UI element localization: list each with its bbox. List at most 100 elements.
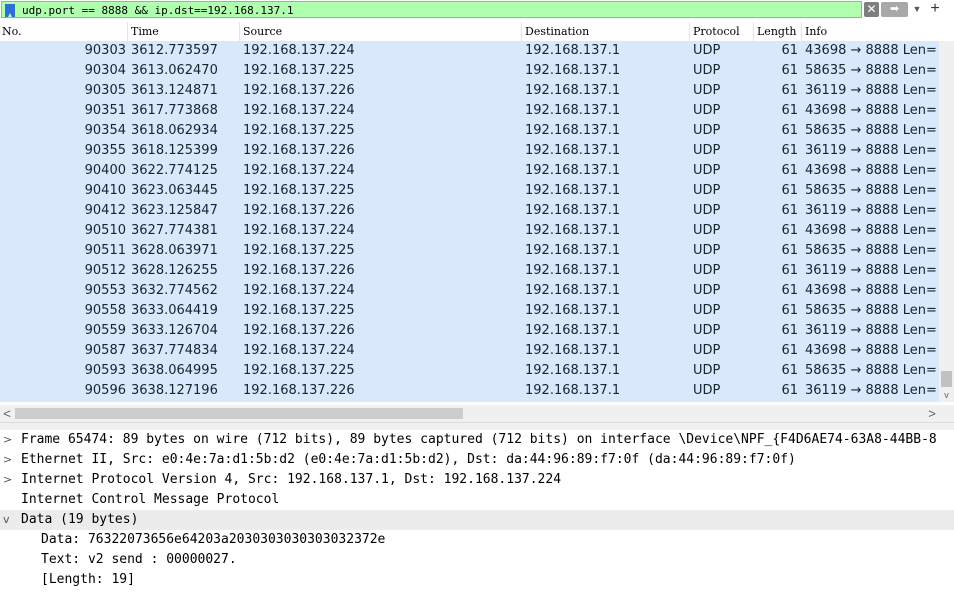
tree-item-ipv4[interactable]: > Internet Protocol Version 4, Src: 192.… [0,470,954,490]
cell-info: 43698 → 8888 Len= [805,163,937,178]
packet-row[interactable]: 90596 3638.127196 192.168.137.226 192.168.1… [0,381,939,401]
pane-splitter[interactable] [0,422,954,430]
cell-source: 192.168.137.226 [243,383,355,398]
cell-destination: 192.168.137.1 [525,83,621,98]
cell-protocol: UDP [693,263,721,278]
packet-row[interactable]: 90305 3613.124871 192.168.137.226 192.168.1… [0,81,939,101]
cell-source: 192.168.137.224 [243,43,355,58]
cell-no: 90511 [84,243,126,258]
tree-item-data-length[interactable]: [Length: 19] [0,570,954,590]
cell-length: 61 [781,323,798,338]
tree-item-label: Internet Protocol Version 4, Src: 192.16… [21,472,562,487]
packet-row[interactable]: 90587 3637.774834 192.168.137.224 192.168.1… [0,341,939,361]
tree-item-data-hex[interactable]: Data: 76322073656e64203a2030303030303032… [0,530,954,550]
cell-time: 3623.063445 [131,183,218,198]
packet-row[interactable]: 90511 3628.063971 192.168.137.225 192.168.1… [0,241,939,261]
column-header-protocol[interactable]: Protocol [691,22,754,42]
recent-filters-dropdown-icon[interactable]: ▼ [910,2,924,17]
cell-length: 61 [781,383,798,398]
clear-filter-button[interactable]: ✕ [864,2,879,17]
cell-no: 90303 [84,43,126,58]
tree-item-ethernet[interactable]: > Ethernet II, Src: e0:4e:7a:d1:5b:d2 (e… [0,450,954,470]
cell-destination: 192.168.137.1 [525,383,621,398]
cell-no: 90593 [84,363,126,378]
packet-list-vertical-scrollbar[interactable]: v [939,41,954,402]
packet-row[interactable]: 90559 3633.126704 192.168.137.226 192.168.1… [0,321,939,341]
cell-protocol: UDP [693,143,721,158]
cell-time: 3617.773868 [131,103,218,118]
packet-row[interactable]: 90304 3613.062470 192.168.137.225 192.168.1… [0,61,939,81]
cell-time: 3612.773597 [131,43,218,58]
expand-chevron-icon[interactable]: > [3,430,13,450]
cell-destination: 192.168.137.1 [525,123,621,138]
cell-destination: 192.168.137.1 [525,163,621,178]
horizontal-scroll-thumb[interactable] [15,408,463,419]
cell-source: 192.168.137.224 [243,283,355,298]
cell-time: 3632.774562 [131,283,218,298]
cell-length: 61 [781,83,798,98]
collapse-chevron-icon[interactable]: v [3,510,13,530]
column-header-no[interactable]: No. [0,22,128,42]
cell-no: 90354 [84,123,126,138]
packet-row[interactable]: 90354 3618.062934 192.168.137.225 192.168.1… [0,121,939,141]
bookmark-icon[interactable] [5,4,15,17]
packet-list-horizontal-scrollbar[interactable]: < > [0,405,954,422]
add-filter-button[interactable]: + [928,0,942,18]
column-header-destination[interactable]: Destination [523,22,690,42]
column-header-source[interactable]: Source [241,22,522,42]
cell-info: 58635 → 8888 Len= [805,183,937,198]
packet-details-tree: > Frame 65474: 89 bytes on wire (712 bit… [0,430,954,594]
cell-length: 61 [781,163,798,178]
column-header-time[interactable]: Time [129,22,240,42]
column-header-length[interactable]: Length [755,22,802,42]
packet-row[interactable]: 90558 3633.064419 192.168.137.225 192.168.1… [0,301,939,321]
scroll-down-arrow-icon[interactable]: v [939,389,954,402]
display-filter-input[interactable]: udp.port == 8888 && ip.dst==192.168.137.… [1,1,862,18]
cell-source: 192.168.137.225 [243,363,355,378]
column-header-info[interactable]: Info [803,22,954,42]
cell-destination: 192.168.137.1 [525,143,621,158]
tree-item-frame[interactable]: > Frame 65474: 89 bytes on wire (712 bit… [0,430,954,450]
scroll-left-arrow-icon[interactable]: < [0,405,14,422]
cell-no: 90510 [84,223,126,238]
filter-text[interactable]: udp.port == 8888 && ip.dst==192.168.137.… [22,3,294,18]
cell-destination: 192.168.137.1 [525,343,621,358]
apply-filter-button[interactable]: ➡ [881,2,908,17]
cell-info: 36119 → 8888 Len= [805,323,937,338]
vertical-scroll-thumb[interactable] [941,371,952,387]
tree-item-icmp[interactable]: Internet Control Message Protocol [0,490,954,510]
packet-row[interactable]: 90510 3627.774381 192.168.137.224 192.168.1… [0,221,939,241]
cell-length: 61 [781,303,798,318]
packet-row[interactable]: 90355 3618.125399 192.168.137.226 192.168.1… [0,141,939,161]
packet-row[interactable]: 90351 3617.773868 192.168.137.224 192.168.1… [0,101,939,121]
cell-time: 3633.126704 [131,323,218,338]
packet-row[interactable]: 90593 3638.064995 192.168.137.225 192.168.1… [0,361,939,381]
cell-no: 90553 [84,283,126,298]
packet-row[interactable]: 90410 3623.063445 192.168.137.225 192.168.1… [0,181,939,201]
cell-protocol: UDP [693,103,721,118]
tree-item-data-text[interactable]: Text: v2 send : 00000027. [0,550,954,570]
packet-row[interactable]: 90553 3632.774562 192.168.137.224 192.168.1… [0,281,939,301]
scroll-right-arrow-icon[interactable]: > [925,405,939,422]
packet-row[interactable]: 90400 3622.774125 192.168.137.224 192.168.1… [0,161,939,181]
cell-length: 61 [781,123,798,138]
tree-item-label: Internet Control Message Protocol [21,492,280,507]
packet-row[interactable]: 90303 3612.773597 192.168.137.224 192.168.1… [0,41,939,61]
packet-list[interactable]: 90303 3612.773597 192.168.137.224 192.168.1… [0,41,939,402]
packet-row[interactable]: 90412 3623.125847 192.168.137.226 192.168.1… [0,201,939,221]
cell-source: 192.168.137.224 [243,103,355,118]
cell-time: 3637.774834 [131,343,218,358]
cell-destination: 192.168.137.1 [525,63,621,78]
cell-protocol: UDP [693,323,721,338]
tree-item-data[interactable]: v Data (19 bytes) [0,510,954,530]
expand-chevron-icon[interactable]: > [3,470,13,490]
cell-source: 192.168.137.226 [243,83,355,98]
expand-chevron-icon[interactable]: > [3,450,13,470]
packet-row[interactable]: 90512 3628.126255 192.168.137.226 192.168.1… [0,261,939,281]
cell-length: 61 [781,283,798,298]
cell-length: 61 [781,243,798,258]
cell-destination: 192.168.137.1 [525,243,621,258]
cell-length: 61 [781,63,798,78]
cell-info: 43698 → 8888 Len= [805,283,937,298]
cell-info: 36119 → 8888 Len= [805,383,937,398]
